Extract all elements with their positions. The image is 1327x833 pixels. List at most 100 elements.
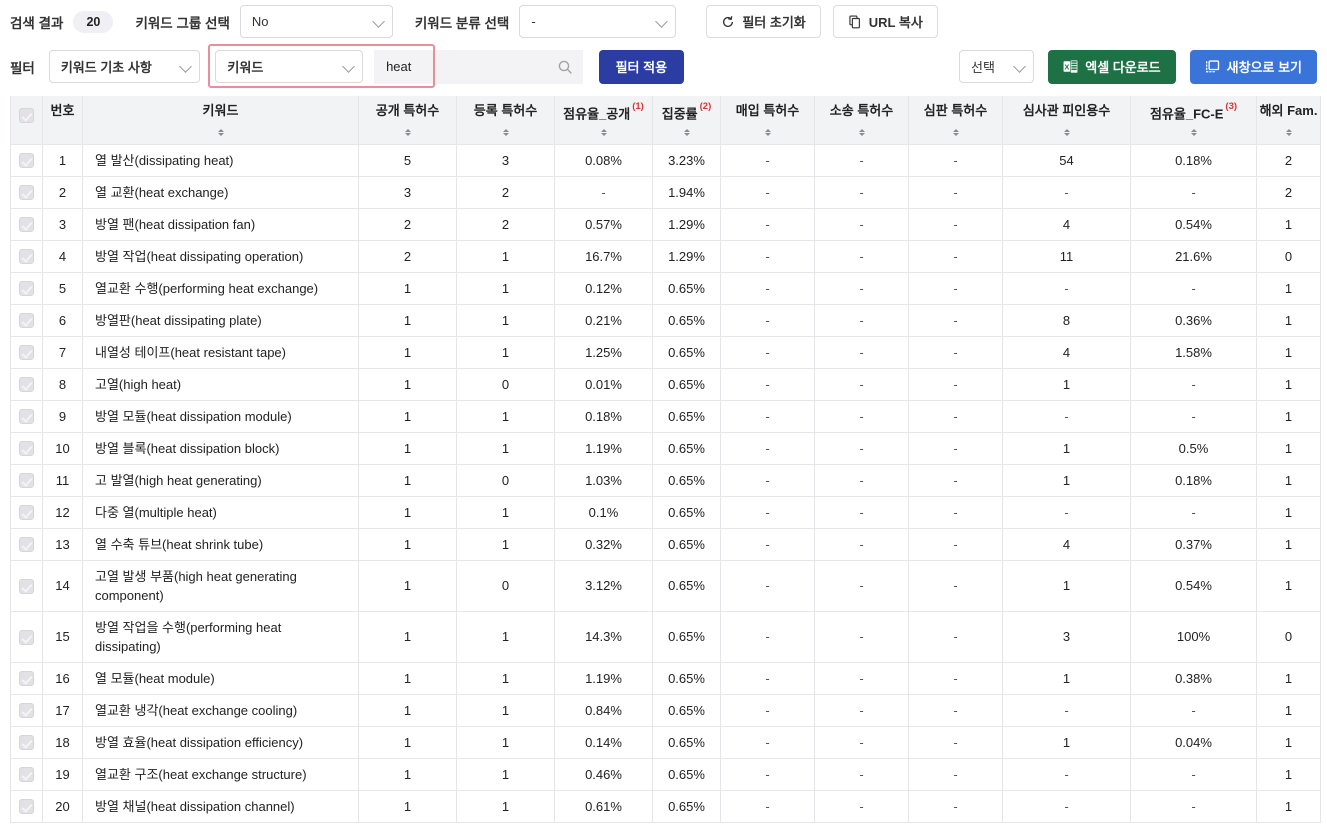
- row-checkbox[interactable]: [19, 377, 34, 393]
- row-checkbox-cell[interactable]: [10, 336, 43, 369]
- table-row[interactable]: 5 열교환 수행(performing heat exchange) 1 1 0.12%…: [10, 272, 1321, 305]
- excel-download-button[interactable]: X 엑셀 다운로드: [1048, 49, 1176, 84]
- table-row[interactable]: 19 열교환 구조(heat exchange structure) 1 1 0.46%…: [10, 758, 1321, 791]
- row-checkbox-cell[interactable]: [10, 432, 43, 465]
- column-header-overseas-family[interactable]: 해외 Fam.: [1256, 96, 1321, 145]
- row-checkbox-cell[interactable]: [10, 464, 43, 497]
- sort-toggle-share-fce[interactable]: [1131, 125, 1256, 141]
- table-row[interactable]: 12 다중 열(multiple heat) 1 1 0.1% 0.65% - - - - -1: [10, 496, 1321, 529]
- row-keyword[interactable]: 열교환 냉각(heat exchange cooling): [82, 694, 359, 727]
- row-checkbox[interactable]: [19, 313, 34, 329]
- copy-url-button[interactable]: URL 복사: [832, 5, 938, 38]
- row-keyword[interactable]: 고 발열(high heat generating): [82, 464, 359, 497]
- table-row[interactable]: 20 방열 채널(heat dissipation channel) 1 1 0.61%…: [10, 790, 1321, 823]
- row-keyword[interactable]: 열 수축 튜브(heat shrink tube): [82, 528, 359, 561]
- row-checkbox[interactable]: [19, 345, 34, 361]
- row-checkbox[interactable]: [19, 505, 34, 521]
- bulk-action-select[interactable]: 선택: [959, 50, 1035, 83]
- column-header-registered-patents[interactable]: 등록 특허수: [456, 96, 555, 145]
- row-checkbox-cell[interactable]: [10, 790, 43, 823]
- row-checkbox[interactable]: [19, 799, 34, 815]
- keyword-group-select[interactable]: No: [239, 5, 393, 38]
- table-row[interactable]: 11 고 발열(high heat generating) 1 0 1.03% 0.65%…: [10, 464, 1321, 497]
- row-checkbox-cell[interactable]: [10, 368, 43, 401]
- table-row[interactable]: 4 방열 작업(heat dissipating operation) 2 1 16.7…: [10, 240, 1321, 273]
- row-checkbox[interactable]: [19, 671, 34, 687]
- row-keyword[interactable]: 내열성 테이프(heat resistant tape): [82, 336, 359, 369]
- table-row[interactable]: 6 방열판(heat dissipating plate) 1 1 0.21% 0.65%…: [10, 304, 1321, 337]
- row-checkbox[interactable]: [19, 767, 34, 783]
- sort-toggle-bought-patents[interactable]: [721, 125, 814, 141]
- row-keyword[interactable]: 고열 발생 부품(high heat generating component): [82, 560, 359, 612]
- table-row[interactable]: 10 방열 블록(heat dissipation block) 1 1 1.19% 0.…: [10, 432, 1321, 465]
- row-keyword[interactable]: 다중 열(multiple heat): [82, 496, 359, 529]
- column-header-open-patents[interactable]: 공개 특허수: [358, 96, 457, 145]
- apply-filter-button[interactable]: 필터 적용: [598, 49, 685, 84]
- row-checkbox-cell[interactable]: [10, 560, 43, 612]
- sort-toggle-keyword[interactable]: [83, 125, 358, 141]
- sort-toggle-overseas-family[interactable]: [1257, 125, 1320, 141]
- table-row[interactable]: 7 내열성 테이프(heat resistant tape) 1 1 1.25% 0.65…: [10, 336, 1321, 369]
- table-row[interactable]: 1열 발산(dissipating heat) 5 3 0.08% 3.23% - - -54…: [10, 144, 1321, 177]
- row-keyword[interactable]: 방열 모듈(heat dissipation module): [82, 400, 359, 433]
- column-header-share-fce[interactable]: 점유율_FC-E (3): [1130, 96, 1257, 145]
- row-keyword[interactable]: 방열 작업을 수행(performing heat dissipating): [82, 611, 359, 663]
- row-checkbox[interactable]: [19, 281, 34, 297]
- row-checkbox-cell[interactable]: [10, 272, 43, 305]
- row-checkbox[interactable]: [19, 153, 34, 169]
- row-checkbox[interactable]: [19, 441, 34, 457]
- row-keyword[interactable]: 방열 채널(heat dissipation channel): [82, 790, 359, 823]
- row-keyword[interactable]: 열교환 수행(performing heat exchange): [82, 272, 359, 305]
- row-checkbox-cell[interactable]: [10, 758, 43, 791]
- row-keyword[interactable]: 방열 효율(heat dissipation efficiency): [82, 726, 359, 759]
- sort-toggle-open-patents[interactable]: [359, 125, 456, 141]
- table-row[interactable]: 3 방열 팬(heat dissipation fan) 2 2 0.57% 1.29% -…: [10, 208, 1321, 241]
- row-keyword[interactable]: 열교환 구조(heat exchange structure): [82, 758, 359, 791]
- row-checkbox-cell[interactable]: [10, 496, 43, 529]
- column-header-bought-patents[interactable]: 매입 특허수: [720, 96, 815, 145]
- row-checkbox-cell[interactable]: [10, 726, 43, 759]
- row-keyword[interactable]: 방열 블록(heat dissipation block): [82, 432, 359, 465]
- sort-toggle-litigation-patents[interactable]: [815, 125, 908, 141]
- sort-toggle-share-open[interactable]: [555, 125, 652, 141]
- row-checkbox-cell[interactable]: [10, 144, 43, 177]
- row-keyword[interactable]: 열 교환(heat exchange): [82, 176, 359, 209]
- column-header-litigation-patents[interactable]: 소송 특허수: [814, 96, 909, 145]
- row-checkbox[interactable]: [19, 703, 34, 719]
- table-row[interactable]: 15 방열 작업을 수행(performing heat dissipating)…: [10, 611, 1321, 663]
- row-checkbox[interactable]: [19, 537, 34, 553]
- column-header-keyword[interactable]: 키워드: [82, 96, 359, 145]
- sort-toggle-registered-patents[interactable]: [457, 125, 554, 141]
- keyword-class-select[interactable]: -: [519, 5, 677, 38]
- sort-toggle-concentration[interactable]: [653, 125, 720, 141]
- row-checkbox-cell[interactable]: [10, 528, 43, 561]
- filter-reset-button[interactable]: 필터 초기화: [706, 5, 821, 38]
- row-checkbox-cell[interactable]: [10, 240, 43, 273]
- sort-toggle-trial-patents[interactable]: [909, 125, 1002, 141]
- column-header-examiner-citations[interactable]: 심사관 피인용수: [1002, 96, 1131, 145]
- select-all-checkbox[interactable]: [19, 108, 34, 124]
- row-checkbox[interactable]: [19, 473, 34, 489]
- row-checkbox[interactable]: [19, 217, 34, 233]
- column-header-share-open[interactable]: 점유율_공개 (1): [554, 96, 653, 145]
- row-checkbox-cell[interactable]: [10, 176, 43, 209]
- row-keyword[interactable]: 방열판(heat dissipating plate): [82, 304, 359, 337]
- row-checkbox-cell[interactable]: [10, 662, 43, 695]
- row-checkbox-cell[interactable]: [10, 694, 43, 727]
- row-checkbox[interactable]: [19, 735, 34, 751]
- filter-search-field[interactable]: heat: [374, 49, 583, 84]
- row-keyword[interactable]: 열 발산(dissipating heat): [82, 144, 359, 177]
- row-checkbox[interactable]: [19, 249, 34, 265]
- row-checkbox-cell[interactable]: [10, 304, 43, 337]
- column-header-trial-patents[interactable]: 심판 특허수: [908, 96, 1003, 145]
- column-header-concentration[interactable]: 집중률 (2): [652, 96, 721, 145]
- row-keyword[interactable]: 열 모듈(heat module): [82, 662, 359, 695]
- row-keyword[interactable]: 방열 작업(heat dissipating operation): [82, 240, 359, 273]
- table-row[interactable]: 9 방열 모듈(heat dissipation module) 1 1 0.18% 0.…: [10, 400, 1321, 433]
- table-row[interactable]: 17 열교환 냉각(heat exchange cooling) 1 1 0.84% 0.…: [10, 694, 1321, 727]
- table-row[interactable]: 16 열 모듈(heat module) 1 1 1.19% 0.65% - - -1 0.38%…: [10, 662, 1321, 695]
- filter-key-select[interactable]: 키워드: [215, 50, 364, 83]
- row-checkbox[interactable]: [19, 409, 34, 425]
- filter-field-select[interactable]: 키워드 기초 사항: [48, 50, 201, 83]
- select-all-header[interactable]: [10, 96, 43, 145]
